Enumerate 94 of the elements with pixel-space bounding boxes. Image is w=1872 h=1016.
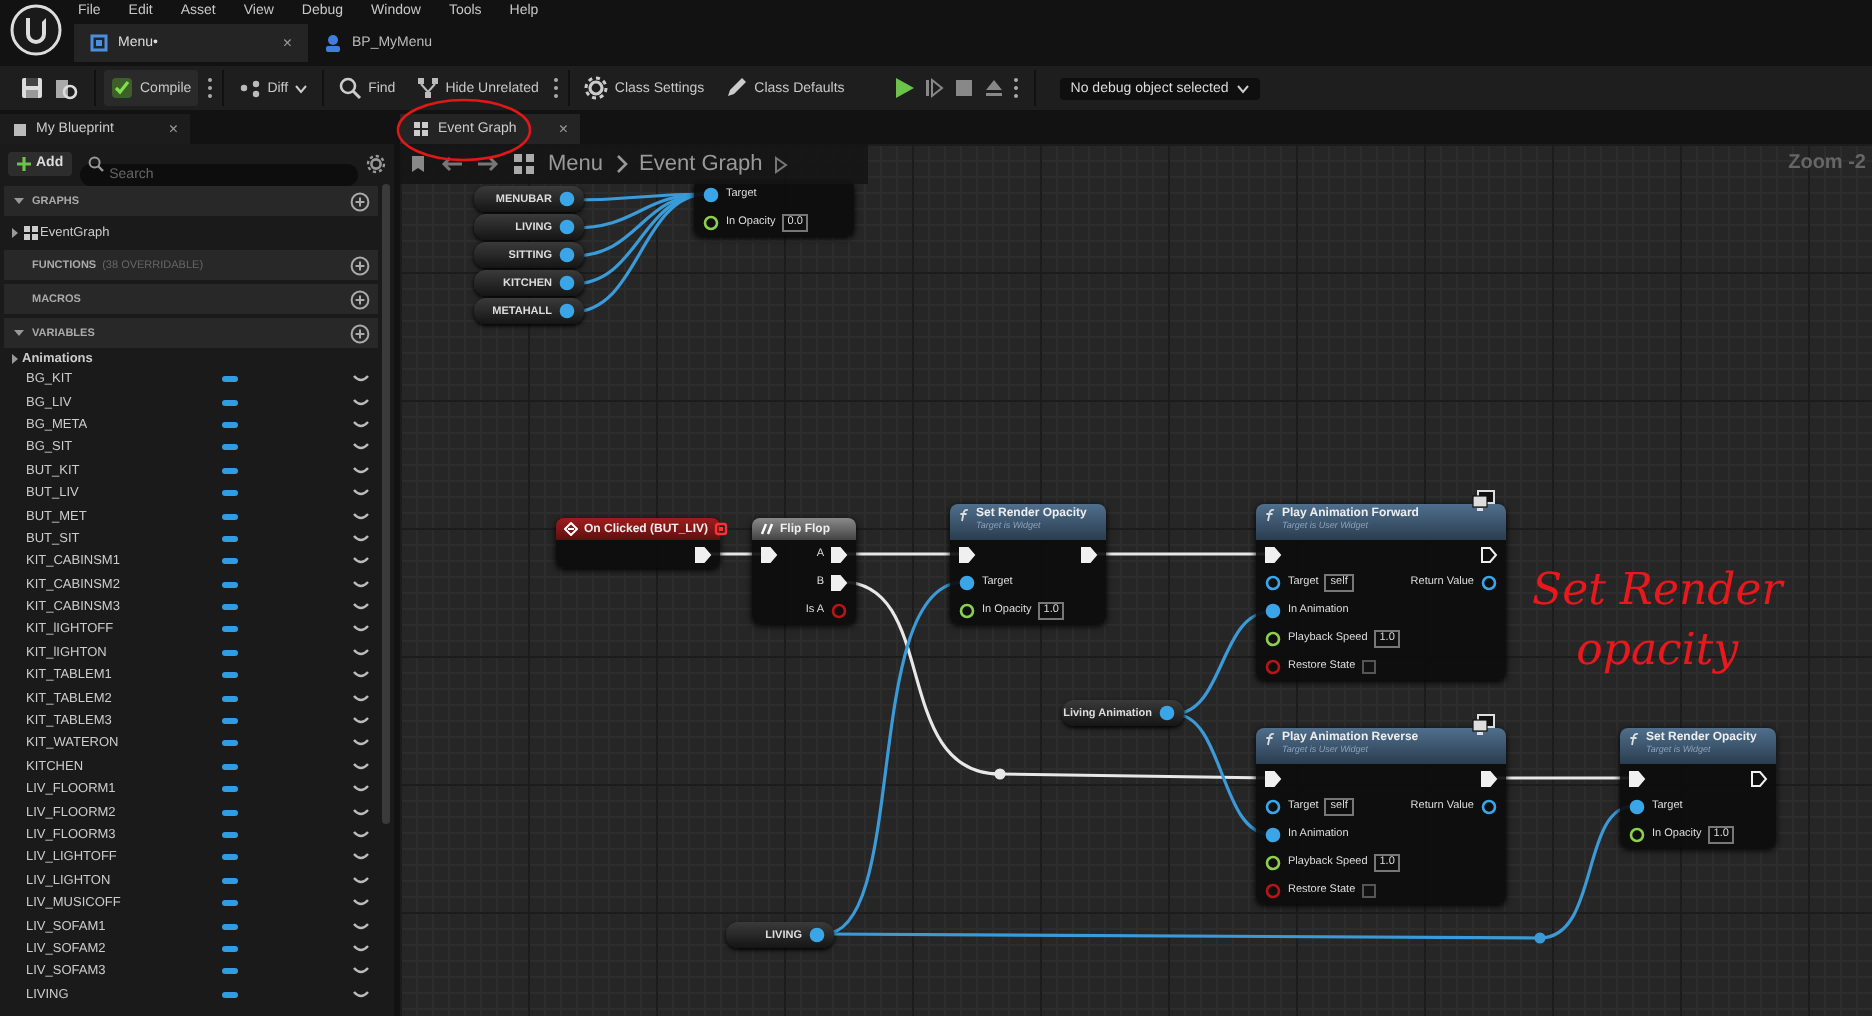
annotation-circle [394, 96, 534, 164]
exec-pin-icon[interactable] [1080, 545, 1098, 563]
graph-icon [22, 223, 40, 241]
settings-icon[interactable] [366, 153, 386, 173]
exec-pin-icon[interactable] [1264, 545, 1282, 563]
graph-canvas[interactable] [400, 144, 1872, 1016]
play-icon[interactable] [892, 76, 917, 100]
exec-pin-icon[interactable] [694, 545, 712, 563]
data-pin-icon[interactable] [558, 302, 576, 320]
settings-icon [584, 76, 609, 100]
exec-pin-icon[interactable] [1628, 769, 1646, 787]
more-icon[interactable] [1012, 76, 1021, 100]
data-pin-icon[interactable] [1628, 825, 1646, 843]
bookmark-icon[interactable] [408, 154, 428, 174]
data-pin-icon[interactable] [1264, 629, 1282, 647]
more-icon[interactable] [205, 76, 214, 100]
more-icon[interactable] [552, 76, 561, 100]
event-icon [564, 522, 578, 536]
exec-pin-icon[interactable] [1264, 769, 1282, 787]
graph-icon [512, 152, 536, 176]
expand-arrow-icon[interactable] [8, 225, 22, 239]
delegate-pin-icon[interactable] [714, 522, 729, 536]
data-pin-icon[interactable] [558, 246, 576, 264]
back-arrow-icon[interactable] [440, 154, 464, 174]
close-icon[interactable]: × [558, 120, 568, 138]
exec-pin-icon[interactable] [958, 545, 976, 563]
expand-arrow-icon[interactable] [12, 326, 26, 340]
data-pin-icon[interactable] [558, 190, 576, 208]
exec-pin-icon[interactable] [1480, 545, 1498, 563]
data-pin-icon[interactable] [1158, 704, 1176, 722]
data-pin-icon[interactable] [558, 274, 576, 292]
check-icon [110, 76, 134, 100]
data-pin-icon[interactable] [1264, 825, 1282, 843]
stop-icon[interactable] [952, 76, 977, 100]
search-icon [87, 155, 104, 171]
function-icon [958, 508, 970, 522]
data-pin-icon[interactable] [958, 601, 976, 619]
add-icon[interactable] [350, 255, 370, 275]
expand-arrow-icon[interactable] [8, 351, 22, 365]
data-pin-icon[interactable] [1264, 853, 1282, 871]
add-icon[interactable] [350, 191, 370, 211]
browse-icon[interactable] [52, 74, 80, 102]
checkbox[interactable] [1361, 883, 1376, 897]
function-icon [1264, 732, 1276, 746]
data-pin-icon[interactable] [808, 926, 826, 944]
data-pin-icon[interactable] [1628, 797, 1646, 815]
pencil-icon [724, 76, 749, 100]
reroute-knot[interactable] [994, 768, 1006, 780]
data-pin-icon[interactable] [558, 218, 576, 236]
close-icon[interactable]: × [282, 34, 292, 52]
nodes-icon [415, 76, 440, 100]
widget-icon [90, 34, 108, 52]
data-pin-icon[interactable] [958, 573, 976, 591]
function-icon [1264, 508, 1276, 522]
add-icon[interactable] [350, 323, 370, 343]
step-icon[interactable] [922, 76, 947, 100]
data-pin-icon[interactable] [702, 185, 720, 203]
scrollbar[interactable] [382, 184, 390, 824]
play-outline-icon[interactable] [774, 155, 789, 173]
exec-pin-icon[interactable] [830, 573, 848, 591]
expand-arrow-icon[interactable] [12, 194, 26, 208]
zoom-label: Zoom -2 [1788, 152, 1866, 174]
diff-icon [237, 76, 262, 100]
exec-pin-icon[interactable] [760, 545, 778, 563]
plus-icon [16, 155, 32, 171]
graph-icon [412, 120, 430, 138]
logo-icon [10, 4, 62, 56]
data-pin-icon[interactable] [702, 213, 720, 231]
add-icon[interactable] [350, 289, 370, 309]
exec-pin-icon[interactable] [830, 545, 848, 563]
flip-flop-icon [760, 522, 774, 536]
reroute-knot[interactable] [1534, 932, 1546, 944]
person-icon [324, 34, 342, 52]
eject-icon[interactable] [982, 76, 1007, 100]
caret-icon [1236, 83, 1251, 93]
forward-arrow-icon[interactable] [476, 154, 500, 174]
close-icon[interactable]: × [168, 120, 178, 138]
breadcrumb-item[interactable]: Menu [548, 152, 604, 176]
data-pin-icon[interactable] [1480, 797, 1498, 815]
function-icon [1628, 732, 1640, 746]
breadcrumb-item[interactable]: Event Graph [639, 152, 763, 176]
book-icon [12, 121, 28, 137]
data-pin-icon[interactable] [1264, 797, 1282, 815]
data-pin-icon[interactable] [1480, 573, 1498, 591]
data-pin-icon[interactable] [1264, 573, 1282, 591]
search-icon [338, 76, 363, 100]
exec-pin-icon[interactable] [1750, 769, 1768, 787]
exec-pin-icon[interactable] [1480, 769, 1498, 787]
chevron-icon [615, 154, 628, 174]
checkbox[interactable] [1361, 659, 1376, 673]
data-pin-icon[interactable] [1264, 601, 1282, 619]
handwritten-note: Set Render opacity [1532, 564, 1783, 680]
save-icon[interactable] [18, 74, 46, 102]
caret-icon [294, 83, 309, 93]
